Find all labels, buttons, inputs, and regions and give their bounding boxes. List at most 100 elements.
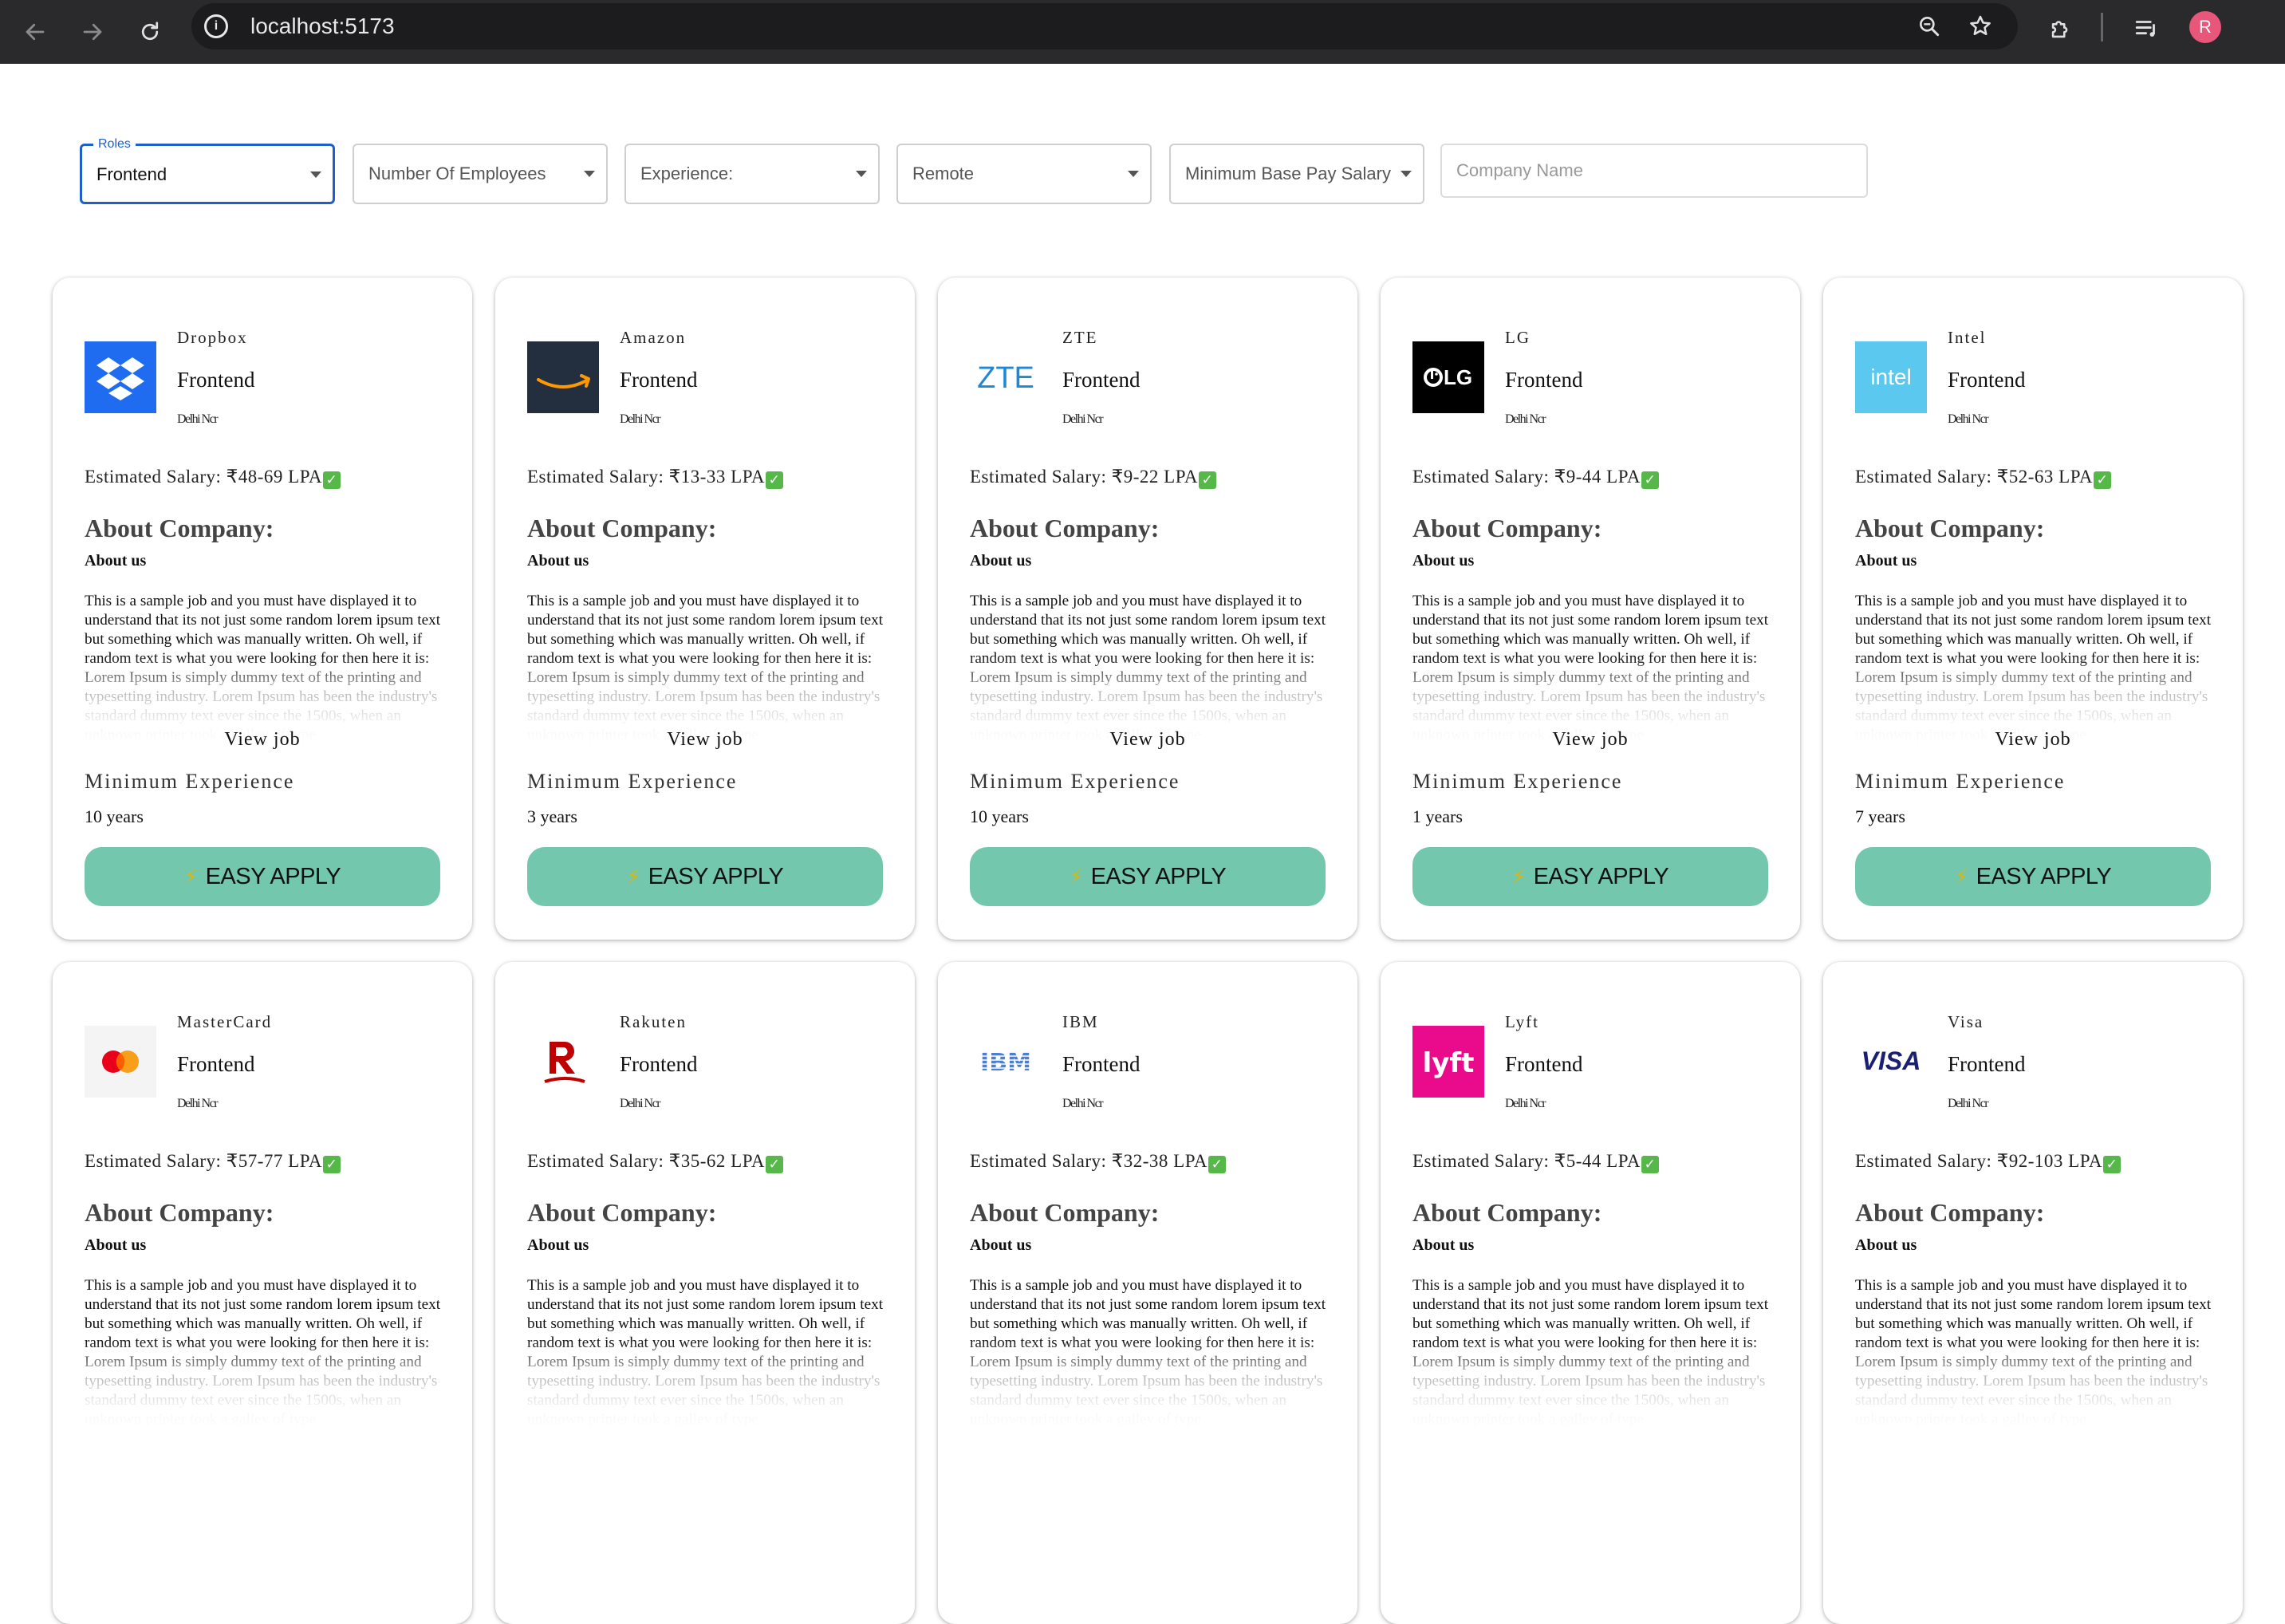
job-description: This is a sample job and you must have d…: [970, 1276, 1329, 1429]
check-mark-icon: ✓: [766, 471, 784, 489]
forward-button[interactable]: [72, 11, 113, 53]
roles-value: Frontend: [97, 164, 167, 184]
puzzle-icon: [2051, 21, 2068, 38]
salary-prefix: Estimated Salary:: [527, 467, 669, 487]
job-role: Frontend: [1505, 368, 1583, 392]
salary-prefix: Estimated Salary:: [970, 1151, 1112, 1171]
zte-logo-icon: ZTE: [970, 341, 1042, 413]
about-company-title: About Company:: [1412, 514, 1602, 542]
easy-apply-button[interactable]: ⚡ EASY APPLY: [970, 847, 1326, 906]
company-name-input[interactable]: [1440, 144, 1868, 198]
caret-down-icon: [1401, 171, 1412, 177]
view-job-link[interactable]: View job: [495, 727, 915, 751]
about-us-subtitle: About us: [85, 1236, 147, 1254]
check-mark-icon: ✓: [1641, 1156, 1660, 1173]
about-us-subtitle: About us: [527, 552, 589, 570]
min-experience-label: Minimum Experience: [527, 770, 738, 793]
amazon-logo-icon: [527, 341, 599, 413]
company-name: Amazon: [620, 328, 687, 347]
easy-apply-label: EASY APPLY: [1976, 864, 2112, 889]
job-role: Frontend: [1505, 1052, 1583, 1076]
easy-apply-button[interactable]: ⚡ EASY APPLY: [527, 847, 883, 906]
job-card: intel Intel Frontend Delhi Ncr Estimated…: [1823, 278, 2243, 940]
estimated-salary: Estimated Salary: ₹92-103 LPA ✓: [1855, 1150, 2122, 1173]
remote-select[interactable]: Remote: [896, 144, 1152, 204]
job-location: Delhi Ncr: [177, 412, 219, 426]
profile-avatar[interactable]: R: [2189, 11, 2221, 43]
about-company-title: About Company:: [1412, 1198, 1602, 1227]
easy-apply-label: EASY APPLY: [205, 864, 341, 889]
salary-range: ₹52-63 LPA: [1996, 467, 2094, 487]
roles-select[interactable]: Roles Frontend: [80, 136, 335, 204]
job-role: Frontend: [177, 1052, 255, 1076]
job-location: Delhi Ncr: [1948, 412, 1989, 426]
job-description: This is a sample job and you must have d…: [1855, 1276, 2214, 1429]
salary-range: ₹13-33 LPA: [668, 467, 766, 487]
company-name: MasterCard: [177, 1012, 273, 1031]
about-us-subtitle: About us: [1412, 552, 1475, 570]
check-mark-icon: ✓: [766, 1156, 784, 1173]
browser-toolbar: i localhost:5173 R: [0, 0, 2285, 64]
site-info-icon[interactable]: i: [204, 14, 228, 38]
salary-range: ₹48-69 LPA: [226, 467, 323, 487]
salary-prefix: Estimated Salary:: [85, 1151, 227, 1171]
lightning-bolt-icon: ⚡: [1954, 865, 1968, 888]
caret-down-icon: [1128, 171, 1139, 177]
easy-apply-button[interactable]: ⚡ EASY APPLY: [1855, 847, 2211, 906]
estimated-salary: Estimated Salary: ₹52-63 LPA ✓: [1855, 466, 2112, 489]
estimated-salary: Estimated Salary: ₹35-62 LPA ✓: [527, 1150, 784, 1173]
about-us-subtitle: About us: [1855, 552, 1917, 570]
job-description: This is a sample job and you must have d…: [85, 1276, 443, 1429]
easy-apply-button[interactable]: ⚡ EASY APPLY: [85, 847, 440, 906]
zoom-button[interactable]: [1914, 11, 1944, 41]
salary-range: ₹9-22 LPA: [1111, 467, 1199, 487]
salary-range: ₹32-38 LPA: [1111, 1151, 1208, 1171]
reading-list-button[interactable]: [2128, 10, 2166, 48]
employees-placeholder: Number Of Employees: [368, 164, 546, 183]
job-description: This is a sample job and you must have d…: [970, 592, 1329, 745]
employees-select[interactable]: Number Of Employees: [353, 144, 608, 204]
job-location: Delhi Ncr: [177, 1097, 219, 1110]
view-job-link[interactable]: View job: [1823, 727, 2243, 751]
job-description: This is a sample job and you must have d…: [1412, 1276, 1771, 1429]
about-us-subtitle: About us: [85, 552, 147, 570]
arrow-right-icon: [83, 23, 102, 41]
caret-down-icon: [310, 171, 321, 178]
job-role: Frontend: [1062, 368, 1141, 392]
address-bar[interactable]: i localhost:5173: [191, 3, 2018, 49]
company-name: Visa: [1948, 1012, 1984, 1031]
address-url[interactable]: localhost:5173: [250, 13, 395, 40]
min-salary-placeholder: Minimum Base Pay Salary: [1185, 164, 1391, 183]
job-location: Delhi Ncr: [1505, 1097, 1546, 1110]
extensions-button[interactable]: [2042, 10, 2080, 48]
job-card: IBM IBM Frontend Delhi Ncr Estimated Sal…: [938, 962, 1357, 1624]
experience-select[interactable]: Experience:: [624, 144, 880, 204]
back-button[interactable]: [14, 11, 56, 53]
job-card: MasterCard Frontend Delhi Ncr Estimated …: [53, 962, 472, 1624]
estimated-salary: Estimated Salary: ₹5-44 LPA ✓: [1412, 1150, 1660, 1173]
about-us-subtitle: About us: [970, 552, 1032, 570]
salary-prefix: Estimated Salary:: [85, 467, 227, 487]
dropbox-logo-icon: [85, 341, 156, 413]
company-name: IBM: [1062, 1012, 1099, 1031]
job-role: Frontend: [177, 368, 255, 392]
job-card: Dropbox Frontend Delhi Ncr Estimated Sal…: [53, 278, 472, 940]
job-card: Amazon Frontend Delhi Ncr Estimated Sala…: [495, 278, 915, 940]
mastercard-logo-icon: [85, 1026, 156, 1098]
roles-label: Roles: [93, 136, 136, 152]
job-role: Frontend: [1062, 1052, 1141, 1076]
view-job-link[interactable]: View job: [53, 727, 472, 751]
min-salary-select[interactable]: Minimum Base Pay Salary: [1169, 144, 1424, 204]
description-fade: [1412, 1340, 1771, 1429]
reload-icon: [141, 22, 159, 41]
view-job-link[interactable]: View job: [938, 727, 1357, 751]
easy-apply-button[interactable]: ⚡ EASY APPLY: [1412, 847, 1768, 906]
about-company-title: About Company:: [970, 1198, 1160, 1227]
reload-button[interactable]: [129, 11, 171, 53]
rakuten-logo-icon: [527, 1026, 599, 1098]
bookmark-star-button[interactable]: [1965, 11, 1995, 41]
check-mark-icon: ✓: [323, 471, 341, 489]
remote-placeholder: Remote: [912, 164, 975, 183]
salary-prefix: Estimated Salary:: [1412, 1151, 1554, 1171]
view-job-link[interactable]: View job: [1381, 727, 1800, 751]
